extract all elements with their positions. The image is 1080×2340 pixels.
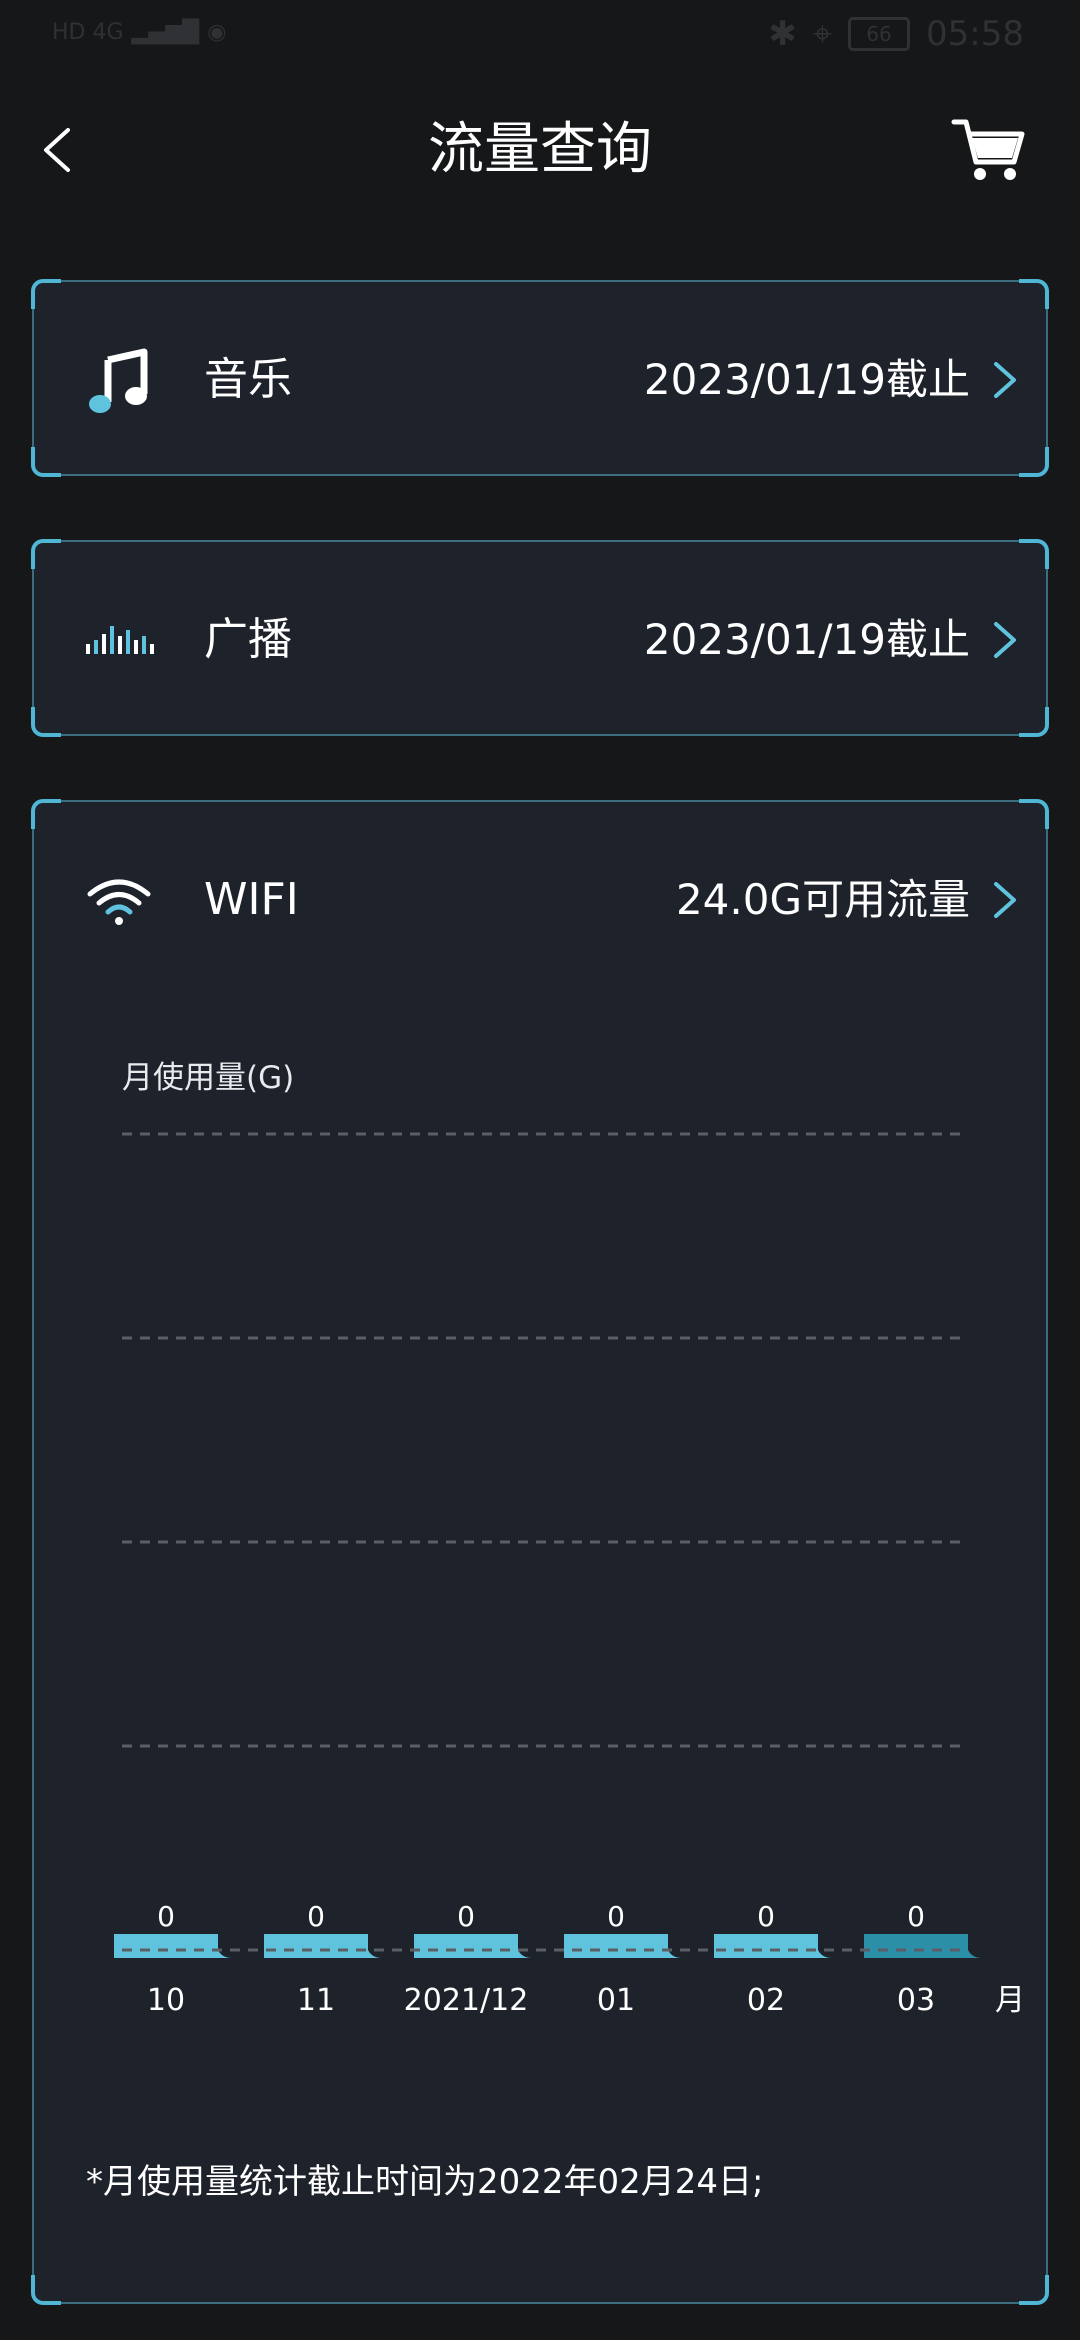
chart-bar [414, 1934, 532, 1958]
card-corner [31, 2275, 61, 2305]
chart-x-tick-label: 01 [597, 1983, 635, 2018]
shopping-cart-icon [951, 119, 1025, 180]
battery-indicator: 66 [848, 17, 911, 51]
usage-footnote: *月使用量统计截止时间为2022年02月24日; [86, 2162, 764, 2202]
chart-data-label: 0 [757, 1900, 775, 1933]
chart-bar [114, 1934, 232, 1958]
chart-bar [864, 1934, 982, 1958]
status-left: HD 4G ▂▄▆█ ◉ [52, 20, 226, 45]
chart-x-tick-label: 03 [897, 1983, 935, 2018]
signal-icon: ▂▄▆█ [131, 20, 200, 45]
chart-x-tick-label: 11 [297, 1983, 335, 2018]
chevron-right-icon [994, 362, 1016, 398]
chart-x-axis-label: 月 [995, 1983, 1025, 2018]
chart-bar [564, 1934, 682, 1958]
broadcast-card[interactable]: 广播 2023/01/19截止 [31, 539, 1049, 738]
chevron-right-icon [994, 622, 1016, 658]
chart-data-label: 0 [457, 1900, 475, 1933]
cart-button[interactable] [948, 110, 1028, 190]
app-header: 流量查询 [0, 90, 1080, 210]
audio-wave-icon [86, 626, 154, 654]
music-note-icon [89, 348, 148, 413]
chart-x-tick-label: 10 [147, 1983, 185, 2018]
music-row: 音乐 2023/01/19截止 [34, 282, 1046, 478]
chart-x-tick-label: 02 [747, 1983, 785, 2018]
chart-bar [714, 1934, 832, 1958]
music-label: 音乐 [204, 354, 292, 405]
broadcast-expiry: 2023/01/19截止 [643, 615, 970, 664]
music-card[interactable]: 音乐 2023/01/19截止 [31, 279, 1049, 478]
chart-x-tick-label: 2021/12 [404, 1983, 529, 2018]
network-label: HD 4G [52, 20, 124, 45]
broadcast-label: 广播 [204, 614, 292, 665]
bluetooth-icon: ✱ [768, 14, 797, 54]
chart-data-label: 0 [157, 1900, 175, 1933]
chart-data-label: 0 [307, 1900, 325, 1933]
card-corner [1019, 2275, 1049, 2305]
chart-bar [264, 1934, 382, 1958]
clock: 05:58 [926, 14, 1024, 54]
eye-icon: ◉ [207, 20, 227, 45]
music-expiry: 2023/01/19截止 [643, 355, 970, 404]
page-title: 流量查询 [428, 117, 652, 182]
monthly-usage-chart: 01001102021/12001002003 月 [114, 1132, 1025, 2018]
wifi-card: WIFI 24.0G可用流量 月使用量(G) 0 10 0 11 0 2021/12 0 01… [31, 799, 1049, 2305]
location-icon: ⌖ [812, 14, 833, 54]
status-bar: HD 4G ▂▄▆█ ◉ ✱ ⌖ 66 05:58 [0, 0, 1080, 75]
broadcast-row: 广播 2023/01/19截止 [34, 542, 1046, 738]
chart-data-label: 0 [607, 1900, 625, 1933]
screen: HD 4G ▂▄▆█ ◉ ✱ ⌖ 66 05:58 流量查询 音乐 2023/0… [0, 0, 1080, 2340]
chart-data-label: 0 [907, 1900, 925, 1933]
status-right: ✱ ⌖ 66 05:58 [768, 14, 1024, 54]
